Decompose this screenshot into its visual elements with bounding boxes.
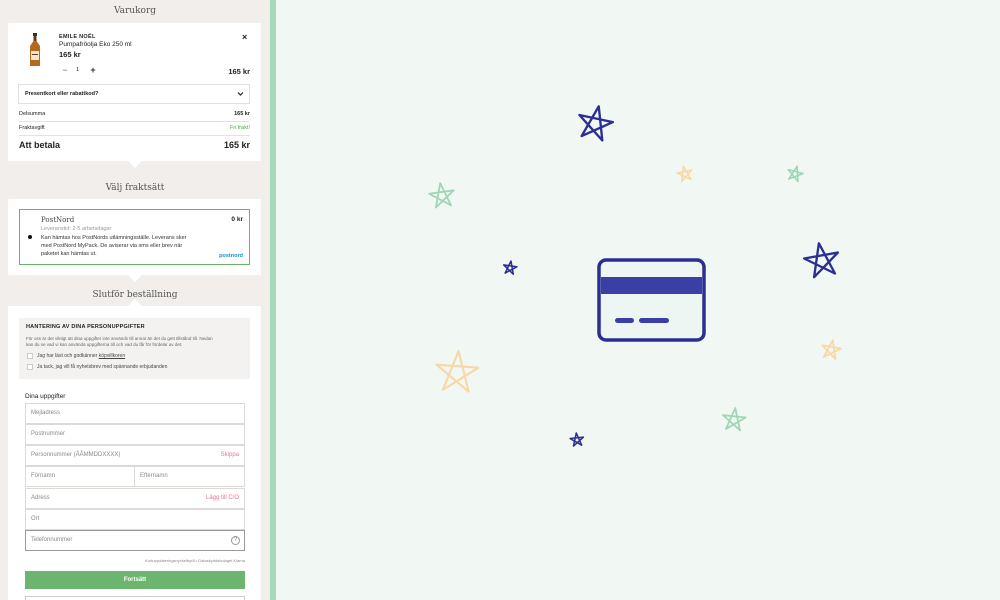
lastname-field[interactable]: Efternamn bbox=[134, 466, 245, 487]
line-total: 165 kr bbox=[228, 67, 250, 76]
product-brand: EMILE NOËL bbox=[59, 34, 96, 40]
shipping-description-line3: paketet kan hämtas ut. bbox=[41, 251, 97, 257]
gdpr-heading: HANTERING AV DINA PERSONUPPGIFTER bbox=[26, 324, 145, 330]
checkout-panel: Varukorg EMILE NOËL Pumpafröolja Eko 250… bbox=[0, 0, 270, 600]
shipping-description-line2: med PostNord MyPack. De aviserar via sms… bbox=[41, 243, 183, 249]
total-value: 165 kr bbox=[223, 140, 250, 150]
postnord-logo: postnord bbox=[219, 253, 243, 259]
total-label: Att betala bbox=[19, 140, 61, 150]
shipping-description-line1: Kan hämtas hos PostNords utlämningsställ… bbox=[41, 235, 187, 241]
star-icon bbox=[503, 260, 518, 274]
quantity-increase-button[interactable]: + bbox=[88, 65, 98, 75]
email-placeholder: Mejladress bbox=[31, 410, 61, 416]
cart-notch bbox=[128, 161, 142, 168]
quantity-decrease-button[interactable]: − bbox=[60, 65, 70, 75]
divider bbox=[19, 135, 250, 136]
star-icon bbox=[802, 240, 841, 278]
remove-item-icon[interactable]: × bbox=[242, 32, 247, 42]
subtotal-value: 165 kr bbox=[234, 111, 250, 117]
star-icon bbox=[435, 350, 480, 393]
coupon-toggle[interactable]: Presentkort eller rabattkod? bbox=[18, 84, 250, 104]
phone-field[interactable]: Telefonnummer ? bbox=[25, 530, 245, 551]
star-icon bbox=[722, 407, 747, 431]
newsletter-checkbox[interactable] bbox=[27, 364, 33, 370]
star-icon bbox=[575, 103, 615, 142]
ssn-field[interactable]: Personnummer (ÅÅMMDDXXXX) Skippa bbox=[25, 445, 245, 466]
email-field[interactable]: Mejladress bbox=[25, 403, 245, 424]
star-icon bbox=[676, 165, 694, 182]
address-placeholder: Adress bbox=[31, 495, 50, 501]
firstname-placeholder: Förnamn bbox=[31, 473, 56, 479]
shipping-option-price: 0 kr bbox=[231, 216, 243, 223]
address-field[interactable]: Adress Lägg till C/O bbox=[25, 488, 245, 509]
star-icon bbox=[428, 181, 456, 208]
product-price: 165 kr bbox=[59, 50, 81, 59]
ssn-skip-link[interactable]: Skippa bbox=[221, 452, 239, 458]
chevron-down-icon bbox=[237, 92, 244, 96]
zip-placeholder: Postnummer bbox=[31, 431, 66, 437]
shipping-title: Välj fraktsätt bbox=[105, 183, 165, 193]
shipping-option-name: PostNord bbox=[41, 216, 75, 224]
shipping-fee-value: Fri frakt! bbox=[229, 125, 250, 131]
cart-title: Varukorg bbox=[113, 6, 157, 16]
product-image[interactable] bbox=[28, 33, 42, 67]
secondary-button[interactable] bbox=[25, 596, 245, 600]
terms-checkbox[interactable] bbox=[27, 353, 33, 359]
shipping-option-postnord[interactable]: PostNord Leveranstid: 2-5 arbetsdagar Ka… bbox=[19, 209, 250, 265]
delivery-time: Leveranstid: 2-5 arbetsdagar bbox=[41, 226, 112, 232]
city-field[interactable]: Ort bbox=[25, 509, 245, 530]
add-co-link[interactable]: Lägg till C/O bbox=[206, 495, 239, 501]
star-icon bbox=[570, 432, 585, 446]
gdpr-text-line2: kan du se vad vi kan använda uppgifterna… bbox=[26, 342, 183, 347]
divider bbox=[19, 121, 250, 122]
lastname-placeholder: Efternamn bbox=[140, 473, 168, 479]
credit-card-icon bbox=[597, 258, 706, 342]
continue-button[interactable]: Fortsätt bbox=[25, 571, 245, 589]
complete-notch bbox=[128, 299, 142, 306]
coupon-label: Presentkort eller rabattkod? bbox=[25, 91, 99, 97]
zip-field[interactable]: Postnummer bbox=[25, 424, 245, 445]
help-icon[interactable]: ? bbox=[231, 536, 240, 545]
klarna-note: Kortuppdateringsnyckelbyrå • Dataskyddsb… bbox=[145, 558, 245, 563]
newsletter-label: Ja tack, jag vill få nyhetsbrev med spän… bbox=[37, 364, 168, 370]
payment-illustration bbox=[276, 0, 1000, 600]
shipping-notch bbox=[128, 275, 142, 282]
subtotal-label: Delsumma bbox=[19, 111, 46, 117]
star-icon bbox=[820, 339, 842, 360]
terms-label: Jag har läst och godkänner köpvillkoren bbox=[37, 353, 125, 359]
illustration-canvas bbox=[276, 0, 1000, 600]
star-icon bbox=[786, 164, 804, 182]
city-placeholder: Ort bbox=[31, 516, 40, 522]
ssn-placeholder: Personnummer (ÅÅMMDDXXXX) bbox=[31, 452, 121, 458]
firstname-field[interactable]: Förnamn bbox=[25, 466, 135, 487]
details-heading: Dina uppgifter bbox=[25, 393, 66, 400]
shipping-fee-label: Fraktavgift bbox=[19, 125, 45, 131]
product-name[interactable]: Pumpafröolja Eko 250 ml bbox=[59, 41, 132, 48]
phone-placeholder: Telefonnummer bbox=[31, 537, 73, 543]
terms-link[interactable]: köpvillkoren bbox=[99, 353, 125, 359]
gdpr-box: HANTERING AV DINA PERSONUPPGIFTER För os… bbox=[19, 318, 250, 379]
quantity-value: 1 bbox=[76, 67, 80, 73]
terms-prefix: Jag har läst och godkänner bbox=[37, 353, 99, 359]
radio-selected[interactable] bbox=[28, 235, 32, 239]
gdpr-text-line1: För oss är det viktigt att dina uppgifte… bbox=[26, 336, 213, 341]
